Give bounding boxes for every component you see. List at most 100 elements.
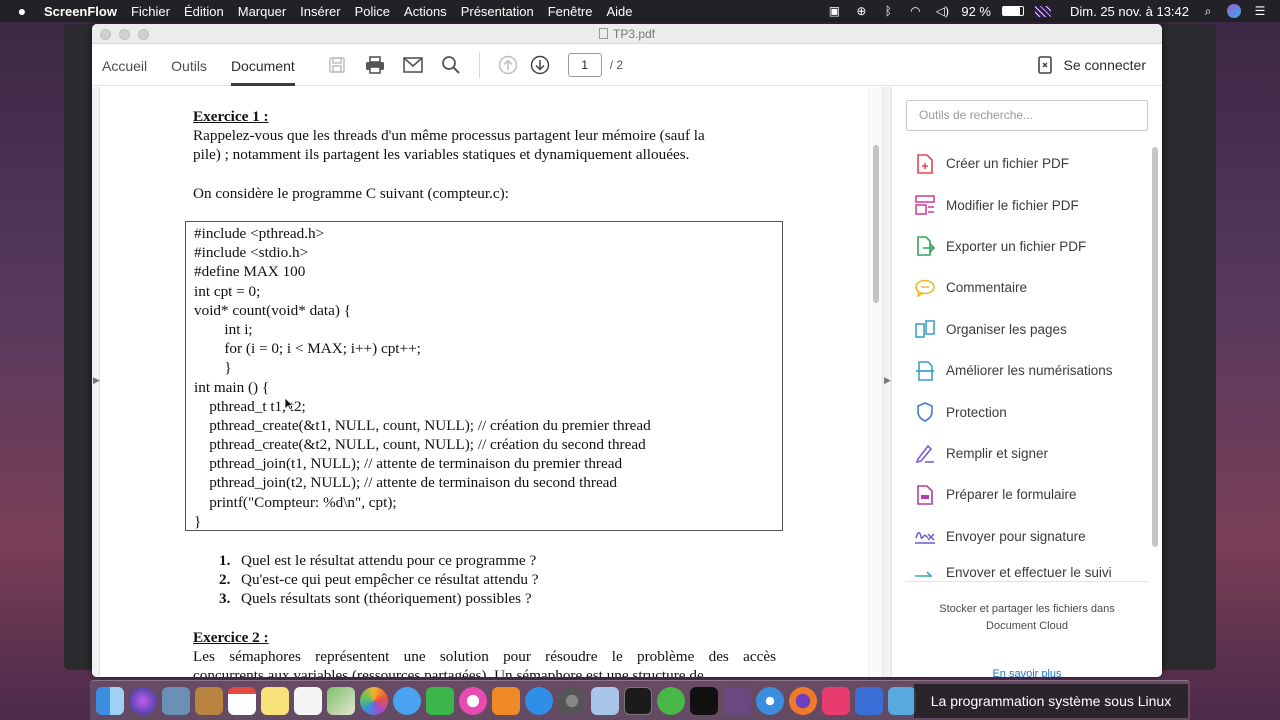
zoom-window-button[interactable] [138, 29, 149, 40]
tool-label: Protection [946, 404, 1007, 420]
firefox-icon[interactable] [789, 686, 817, 715]
bluetooth-icon[interactable]: ᛒ [880, 4, 896, 18]
finder-icon[interactable] [96, 686, 124, 715]
tool-edit-pdf[interactable]: Modifier le fichier PDF [914, 184, 1113, 225]
page-number-input[interactable]: 1 [567, 52, 602, 77]
photos-icon[interactable] [360, 686, 388, 715]
notification-center-icon[interactable]: ☰ [1252, 4, 1268, 18]
messages-icon[interactable] [393, 686, 421, 715]
notes-book-icon[interactable] [195, 686, 223, 715]
battery-icon[interactable] [1002, 6, 1024, 16]
document-view[interactable]: ▶ Exercice 1 : Rappelez-vous que les thr… [92, 87, 882, 677]
tex-icon[interactable] [723, 686, 751, 715]
notes-icon[interactable] [261, 686, 289, 715]
print-icon[interactable] [361, 51, 389, 79]
send-signature-icon [914, 525, 936, 547]
terminal-icon[interactable] [624, 686, 652, 715]
notification-icon[interactable]: ▣ [826, 4, 842, 18]
tool-label: Commentaire [946, 280, 1028, 296]
volume-icon[interactable]: ◁) [934, 4, 950, 18]
save-icon[interactable] [323, 51, 351, 79]
export-pdf-icon [914, 235, 936, 257]
tool-comment[interactable]: Commentaire [914, 267, 1113, 308]
siri-icon[interactable] [1227, 4, 1241, 18]
virtualbox-icon[interactable] [591, 686, 619, 715]
send-track-icon [914, 565, 936, 577]
menubar-clock[interactable]: Dim. 25 nov. à 13:42 [1070, 4, 1189, 19]
calendar-icon[interactable] [228, 686, 256, 715]
close-window-button[interactable] [100, 29, 111, 40]
menu-edition[interactable]: Édition [184, 4, 224, 19]
minimize-window-button[interactable] [119, 29, 130, 40]
left-panel-gutter[interactable]: ▶ [92, 87, 100, 677]
code-line: int main () { [194, 378, 270, 396]
menu-actions[interactable]: Actions [404, 4, 447, 19]
preview-icon[interactable] [162, 686, 190, 715]
reminders-icon[interactable] [294, 686, 322, 715]
system-preferences-icon[interactable] [558, 686, 586, 715]
tool-organize-pages[interactable]: Organiser les pages [914, 309, 1113, 350]
code-line: #include <stdio.h> [194, 244, 309, 262]
acrobat-icon[interactable] [822, 686, 850, 715]
sign-in-button[interactable]: Se connecter [1037, 44, 1146, 86]
xcode-icon[interactable] [855, 686, 883, 715]
next-page-icon[interactable] [526, 51, 554, 79]
menu-marquer[interactable]: Marquer [238, 4, 286, 19]
code-line: pthread_join(t2, NULL); // attente de te… [194, 474, 618, 492]
menu-inserer[interactable]: Insérer [300, 4, 340, 19]
intellij-icon[interactable] [690, 686, 718, 715]
menu-aide[interactable]: Aide [607, 4, 633, 19]
email-icon[interactable] [399, 51, 427, 79]
code-line: } [194, 359, 232, 377]
right-panel-gutter[interactable]: ▶ [882, 87, 892, 677]
safari-icon[interactable] [756, 686, 784, 715]
tools-search-input[interactable]: Outils de recherche... [906, 100, 1148, 131]
tools-scrollbar[interactable] [1152, 147, 1158, 547]
exercise-2-line-2: concurrents aux variables (ressources pa… [193, 667, 704, 677]
spotlight-search-icon[interactable]: ⌕ [1200, 4, 1216, 18]
tool-protection[interactable]: Protection [914, 391, 1113, 432]
menu-police[interactable]: Police [355, 4, 390, 19]
menu-presentation[interactable]: Présentation [461, 4, 534, 19]
document-scrollbar-thumb[interactable] [873, 145, 879, 303]
app-menu[interactable]: ScreenFlow [44, 4, 117, 19]
facetime-icon[interactable] [426, 686, 454, 715]
tool-fill-sign[interactable]: Remplir et signer [914, 433, 1113, 474]
learn-more-link[interactable]: En savoir plus [906, 668, 1148, 677]
app-store-icon[interactable] [525, 686, 553, 715]
tool-send-signature[interactable]: Envoyer pour signature [914, 516, 1113, 557]
maps-icon[interactable] [327, 686, 355, 715]
status-area: ▣ ⊕ ᛒ ◠ ◁) 92 % Dim. 25 nov. à 13:42 ⌕ ☰ [826, 4, 1268, 19]
mobile-link-icon [1037, 56, 1052, 74]
tool-enhance-scans[interactable]: Améliorer les numérisations [914, 350, 1113, 391]
wifi-icon[interactable]: ◠ [907, 4, 923, 18]
tool-send-track[interactable]: Envoyer et effectuer le suivi [914, 557, 1113, 577]
expand-left-panel-icon[interactable]: ▶ [93, 375, 100, 386]
battery-percent: 92 % [961, 3, 991, 19]
apple-menu-icon[interactable]: ● [12, 3, 32, 19]
search-icon[interactable] [437, 51, 465, 79]
document-scrollbar[interactable] [868, 87, 882, 677]
previous-page-icon[interactable] [494, 51, 522, 79]
organize-pages-icon [914, 318, 936, 340]
video-caption-banner: La programmation système sous Linux [914, 684, 1188, 718]
exercise-1-intro: On considère le programme C suivant (com… [193, 185, 509, 202]
accessibility-icon[interactable]: ⊕ [853, 4, 869, 18]
utorrent-icon[interactable] [657, 686, 685, 715]
ibooks-icon[interactable] [492, 686, 520, 715]
tab-document[interactable]: Document [230, 44, 295, 86]
folder-icon[interactable] [888, 686, 916, 715]
itunes-icon[interactable] [459, 686, 487, 715]
menu-fichier[interactable]: Fichier [131, 4, 170, 19]
code-listing: #include <pthread.h> #include <stdio.h> … [185, 221, 783, 531]
tool-create-pdf[interactable]: Créer un fichier PDF [914, 143, 1113, 184]
siri-app-icon[interactable] [129, 686, 157, 715]
menu-fenetre[interactable]: Fenêtre [548, 4, 593, 19]
question-list: 1. Quel est le résultat attendu pour ce p… [219, 551, 539, 609]
tool-export-pdf[interactable]: Exporter un fichier PDF [914, 226, 1113, 267]
uk-flag-icon[interactable] [1035, 5, 1051, 17]
tab-outils[interactable]: Outils [171, 44, 207, 86]
tab-accueil[interactable]: Accueil [102, 44, 147, 86]
tool-prepare-form[interactable]: Préparer le formulaire [914, 474, 1113, 515]
collapse-right-panel-icon[interactable]: ▶ [884, 375, 891, 386]
